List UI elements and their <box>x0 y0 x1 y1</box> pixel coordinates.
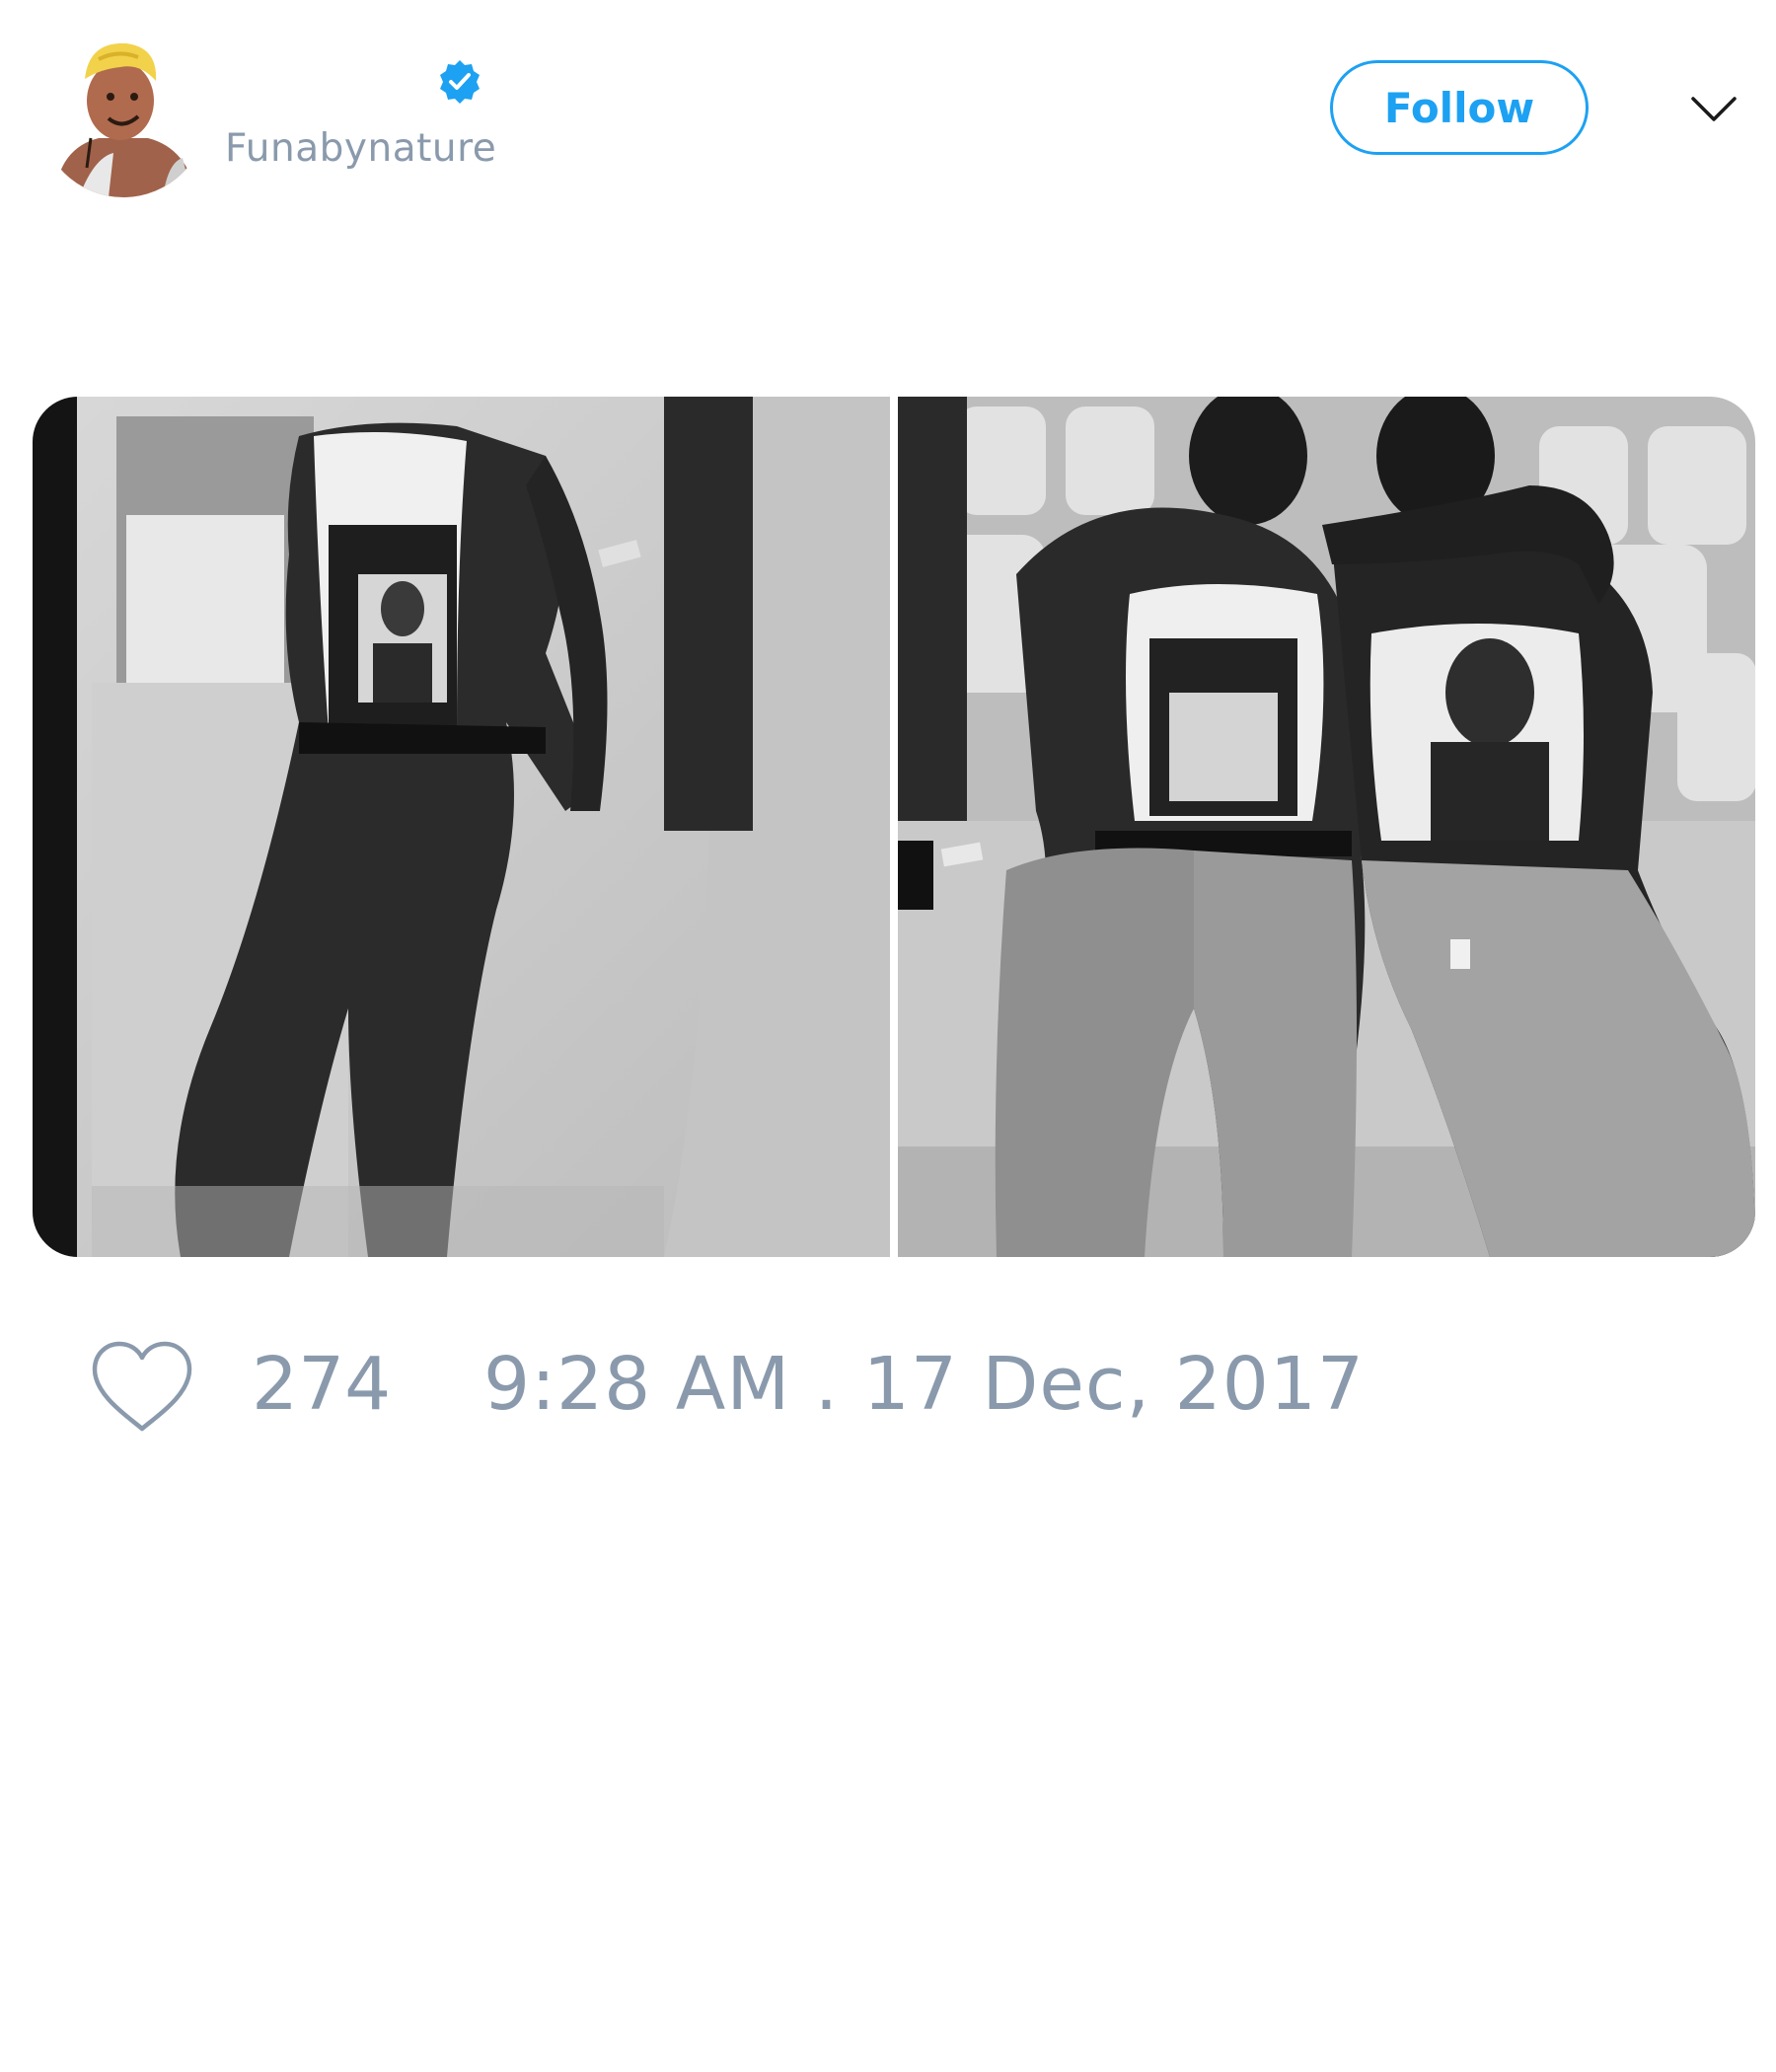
verified-badge-icon <box>440 60 480 104</box>
tweet-card: Funabynature Follow 274 9:28 AM . 17 Dec… <box>0 0 1776 2072</box>
tweet-photo-2[interactable] <box>898 397 1755 1257</box>
tweet-photo-1[interactable] <box>33 397 890 1257</box>
photo-mirror-selfie <box>33 397 890 1257</box>
cartoon-avatar-icon <box>39 30 207 197</box>
author-handle[interactable]: Funabynature <box>225 126 496 171</box>
like-count: 274 <box>252 1342 392 1427</box>
tweet-timestamp[interactable]: 9:28 AM . 17 Dec, 2017 <box>483 1340 1365 1429</box>
follow-button[interactable]: Follow <box>1330 60 1589 155</box>
media-grid <box>33 397 1755 1257</box>
avatar[interactable] <box>39 30 207 197</box>
chevron-down-icon[interactable] <box>1689 89 1739 128</box>
photo-couple-seated <box>898 397 1755 1257</box>
heart-icon[interactable] <box>89 1340 195 1435</box>
